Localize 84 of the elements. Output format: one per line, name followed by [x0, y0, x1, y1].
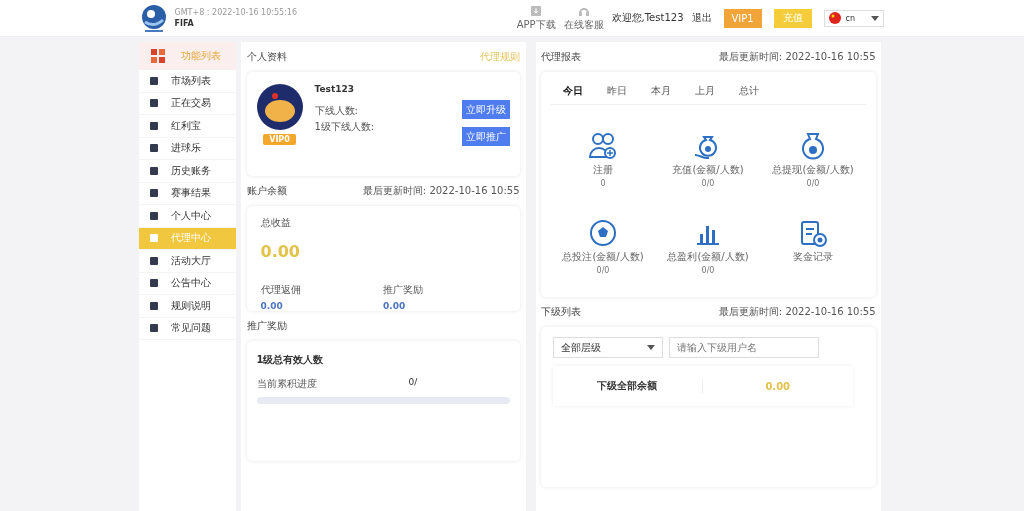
language-select[interactable]: cn — [823, 9, 884, 27]
clipboard-coin-icon — [798, 218, 828, 248]
menu-item-icon — [148, 278, 159, 289]
amount-label: 代理返佣 — [260, 283, 302, 297]
download-link[interactable]: APP下载 — [516, 4, 556, 32]
menu-item-icon — [148, 75, 159, 86]
avatar-icon — [256, 84, 303, 130]
brand-name: FIFA — [174, 19, 195, 28]
sidebar-item[interactable]: 进球乐 — [138, 137, 236, 160]
sidebar-item[interactable]: 红利宝 — [138, 115, 236, 138]
stat-value: 0 — [600, 179, 606, 188]
stat-label: 总提现(金额/人数) — [772, 163, 854, 177]
caret-icon — [646, 345, 655, 350]
sidebar-item[interactable]: 规则说明 — [138, 295, 236, 318]
username: Test123 — [314, 84, 355, 94]
action-button[interactable]: 立即推广 — [461, 127, 510, 146]
period-tab[interactable]: 本月 — [650, 84, 671, 98]
period-tab[interactable]: 总计 — [738, 84, 759, 98]
sidebar-item[interactable]: 公告中心 — [138, 272, 236, 295]
summary-value: 0.00 — [764, 380, 792, 392]
menu-item-icon — [148, 120, 159, 131]
action-button[interactable]: 立即升级 — [461, 100, 510, 119]
menu-item-icon — [148, 233, 159, 244]
info-label: 1级下线人数: — [314, 120, 376, 134]
sidebar-title: 功能列表 — [180, 49, 221, 63]
welcome-text: 欢迎您,Test123 — [611, 11, 684, 25]
section-title: 代理报表 — [540, 50, 581, 64]
stat-value: 0/0 — [806, 179, 820, 188]
info-label: 下线人数: — [314, 104, 359, 118]
grid-icon — [150, 49, 165, 63]
update-time: 最后更新时间: 2022-10-16 10:55 — [718, 50, 876, 64]
users-add-icon — [588, 131, 618, 161]
stat-label: 总盈利(金额/人数) — [667, 250, 749, 264]
logout-link[interactable]: 退出 — [691, 11, 712, 25]
globe-logo-icon — [140, 4, 167, 32]
amount-label: 推广奖励 — [383, 283, 424, 297]
update-time: 最后更新时间: 2022-10-16 10:55 — [718, 305, 876, 319]
stat-label: 注册 — [593, 163, 613, 177]
menu-item-icon — [148, 188, 159, 199]
menu-item-icon — [148, 143, 159, 154]
menu-item-icon — [148, 300, 159, 311]
progress-label: 当前累积进度 — [256, 377, 317, 391]
sidebar-item[interactable]: 赛事结果 — [138, 182, 236, 205]
section-title: 账户余额 — [246, 184, 287, 198]
period-tab[interactable]: 昨日 — [606, 84, 627, 98]
menu-item-icon — [148, 210, 159, 221]
sidebar-item[interactable]: 市场列表 — [138, 70, 236, 93]
clock-text: GMT+8 : 2022-10-16 10:55:16 — [174, 8, 298, 17]
stat-value: 0/0 — [701, 179, 715, 188]
stat-label: 奖金记录 — [793, 250, 833, 264]
amount-value: 0.00 — [383, 301, 407, 311]
caret-icon — [870, 15, 879, 21]
section-title: 下级列表 — [540, 305, 581, 319]
menu-item-icon — [148, 255, 159, 266]
section-title: 个人资料 — [246, 50, 287, 64]
vip-badge: VIP0 — [263, 134, 296, 145]
stat-label: 总投注(金额/人数) — [562, 250, 644, 264]
card-title: 1级总有效人数 — [256, 353, 325, 367]
download-icon — [530, 4, 543, 17]
stat-value: 0/0 — [596, 266, 610, 275]
sidebar-item[interactable]: 常见问题 — [138, 317, 236, 340]
period-tab[interactable]: 今日 — [562, 84, 583, 98]
sidebar-item[interactable]: 正在交易 — [138, 92, 236, 115]
level-select[interactable]: 全部层级 — [552, 337, 663, 358]
summary-label: 下级全部余额 — [552, 379, 703, 393]
total-label: 总收益 — [260, 216, 292, 230]
total-amount: 0.00 — [260, 242, 301, 261]
update-time: 最后更新时间: 2022-10-16 10:55 — [362, 184, 520, 198]
period-tab[interactable]: 上月 — [694, 84, 715, 98]
sidebar-item[interactable]: 历史账务 — [138, 160, 236, 183]
ball-icon — [588, 218, 618, 248]
sidebar-item[interactable]: 活动大厅 — [138, 250, 236, 273]
username-search-field[interactable]: 请输入下级用户名 — [668, 337, 819, 358]
section-title: 推广奖励 — [246, 319, 287, 333]
support-link[interactable]: 在线客服 — [563, 4, 604, 32]
stat-value: 0/0 — [701, 266, 715, 275]
menu-item-icon — [148, 323, 159, 334]
progress-value: 0/ — [408, 377, 418, 389]
menu-item-icon — [148, 98, 159, 109]
flag-icon — [828, 12, 841, 24]
sidebar-item[interactable]: 个人中心 — [138, 205, 236, 228]
amount-value: 0.00 — [260, 301, 284, 311]
menu-item-icon — [148, 165, 159, 176]
stat-label: 充值(金额/人数) — [672, 163, 744, 177]
